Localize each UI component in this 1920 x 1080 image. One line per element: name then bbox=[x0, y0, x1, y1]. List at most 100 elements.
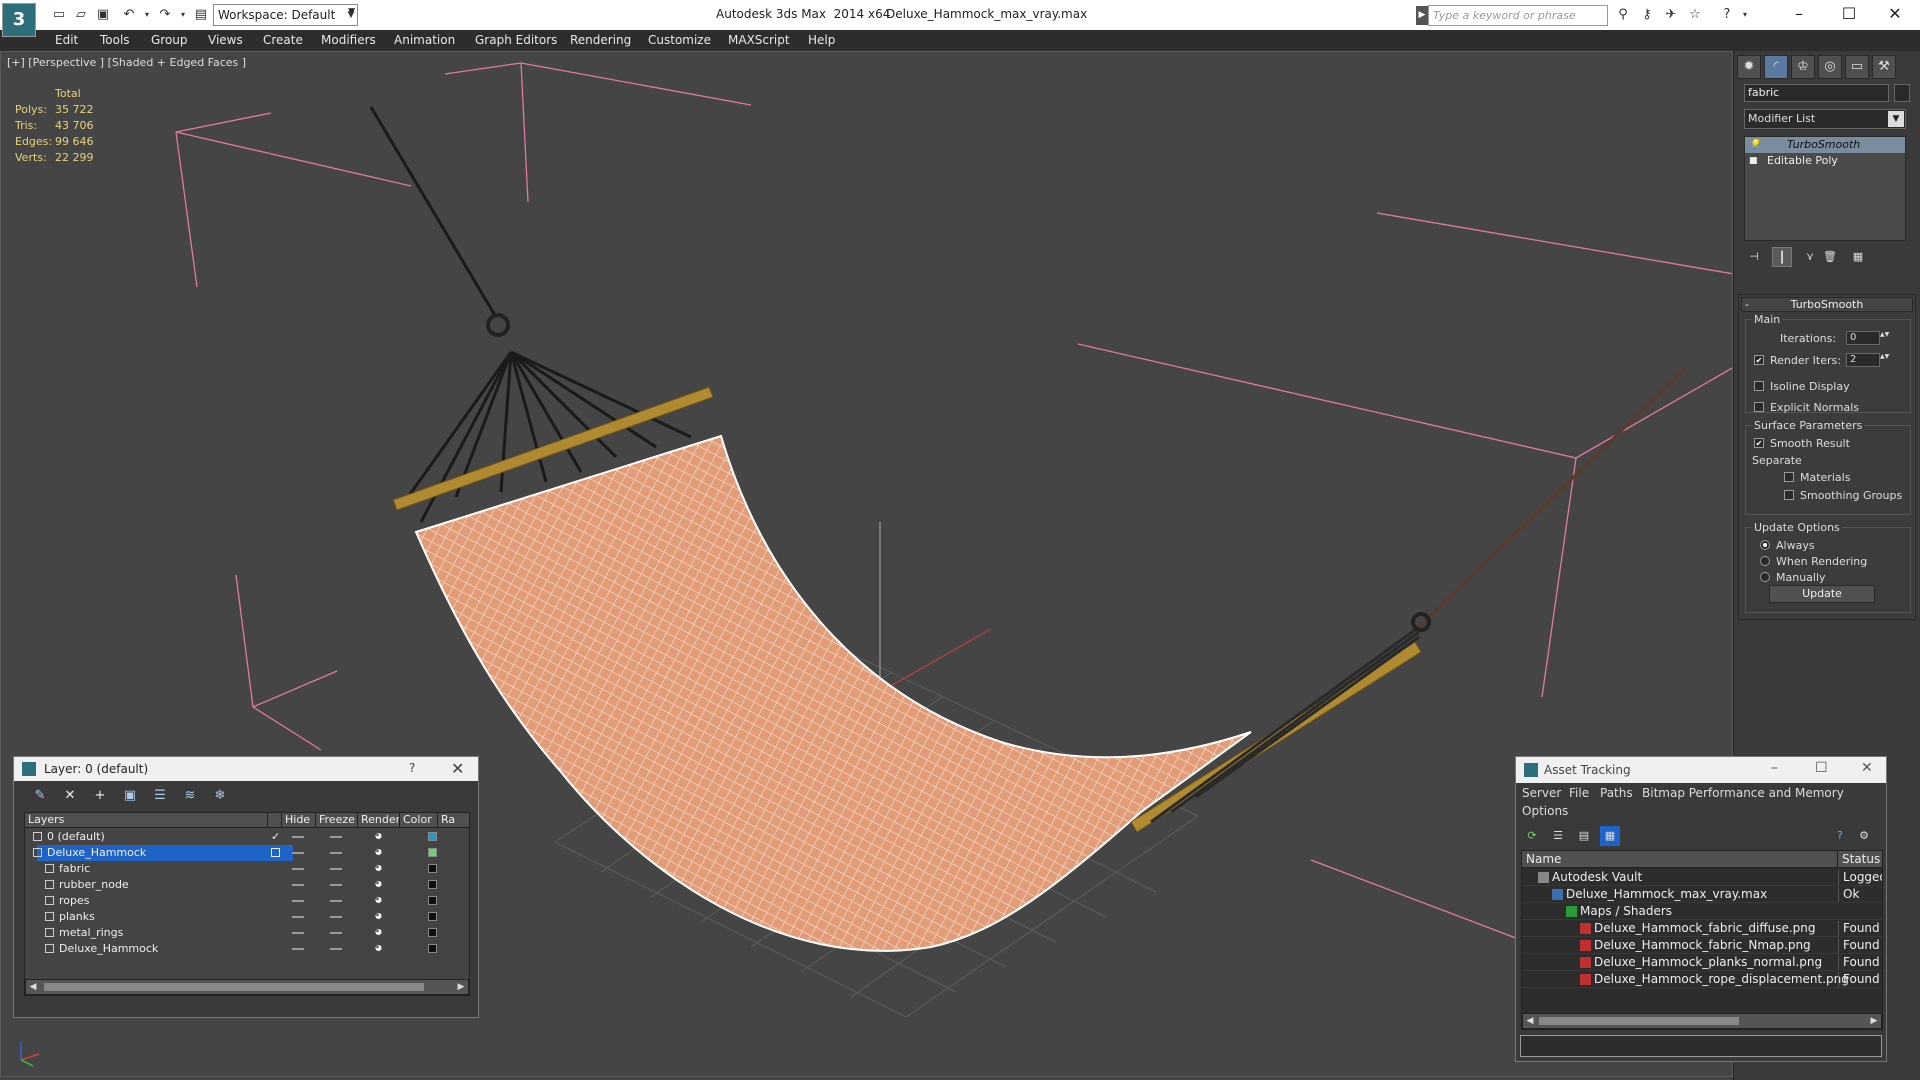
workspace-select[interactable]: Workspace: Default ▼ bbox=[213, 4, 358, 26]
freeze-toggle[interactable] bbox=[330, 932, 342, 934]
render-iters-checkbox[interactable]: ✔ bbox=[1754, 355, 1764, 365]
scroll-right-icon[interactable]: ▶ bbox=[1867, 1014, 1881, 1028]
layer-color-swatch[interactable] bbox=[428, 864, 437, 873]
scroll-right-icon[interactable]: ▶ bbox=[454, 980, 468, 994]
render-iters-spinner[interactable]: 2 bbox=[1846, 353, 1880, 367]
freeze-toggle[interactable] bbox=[330, 836, 342, 838]
stack-item-turbosmooth[interactable]: 💡 TurboSmooth bbox=[1745, 137, 1905, 153]
help-button[interactable]: ? bbox=[409, 761, 415, 775]
render-teapot-icon[interactable]: ◕ bbox=[375, 847, 385, 857]
hide-toggle[interactable] bbox=[292, 852, 304, 854]
utilities-tab-icon[interactable]: ⚒ bbox=[1872, 55, 1896, 79]
menu-views[interactable]: Views bbox=[208, 33, 243, 47]
new-file-icon[interactable]: ▭ bbox=[50, 6, 68, 24]
asset-row[interactable]: Deluxe_Hammock_rope_displacement.png Foun… bbox=[1522, 971, 1882, 988]
hide-toggle[interactable] bbox=[292, 884, 304, 886]
stack-item-editable-poly[interactable]: ■ Editable Poly bbox=[1745, 153, 1905, 169]
spinner-arrows-icon[interactable]: ▲▼ bbox=[1880, 331, 1889, 345]
freeze-toggle[interactable] bbox=[330, 900, 342, 902]
help-dropdown-icon[interactable]: ▾ bbox=[1736, 6, 1754, 24]
lightbulb-icon[interactable]: 💡 bbox=[1749, 140, 1760, 150]
rollout-header[interactable]: - TurboSmooth bbox=[1741, 297, 1913, 312]
asset-row[interactable]: Deluxe_Hammock_fabric_Nmap.png Found bbox=[1522, 937, 1882, 954]
column-header-status[interactable]: Status bbox=[1838, 851, 1882, 868]
close-button[interactable]: ✕ bbox=[1861, 760, 1873, 776]
pin-stack-icon[interactable]: ⊣ bbox=[1744, 247, 1764, 267]
hide-toggle[interactable] bbox=[292, 932, 304, 934]
search-input[interactable]: Type a keyword or phrase bbox=[1428, 5, 1608, 26]
freeze-all-icon[interactable]: ❄ bbox=[210, 787, 230, 805]
open-file-icon[interactable]: ▱ bbox=[72, 6, 90, 24]
customize-dropdown-icon[interactable]: ▼ bbox=[342, 6, 360, 24]
layer-row[interactable]: 0 (default) ✓ ◕ bbox=[25, 829, 469, 845]
active-layer-check-icon[interactable]: ✓ bbox=[271, 830, 280, 844]
refresh-icon[interactable]: ⟳ bbox=[1522, 826, 1542, 846]
layer-name[interactable]: metal_rings bbox=[59, 926, 123, 940]
render-teapot-icon[interactable]: ◕ bbox=[375, 943, 385, 953]
freeze-toggle[interactable] bbox=[330, 868, 342, 870]
column-header-freeze[interactable]: Freeze bbox=[316, 813, 358, 828]
asset-dialog-titlebar[interactable]: Asset Tracking – ☐ ✕ bbox=[1516, 757, 1886, 783]
smoothing-groups-checkbox[interactable] bbox=[1784, 490, 1794, 500]
freeze-toggle[interactable] bbox=[330, 916, 342, 918]
delete-layer-icon[interactable]: ✕ bbox=[60, 787, 80, 805]
set-current-layer-box-icon[interactable] bbox=[271, 848, 280, 857]
when-rendering-radio[interactable] bbox=[1760, 556, 1770, 566]
layer-color-swatch[interactable] bbox=[428, 848, 437, 857]
asset-path-field[interactable] bbox=[1520, 1035, 1882, 1057]
scroll-left-icon[interactable]: ◀ bbox=[1523, 1014, 1537, 1028]
hide-toggle[interactable] bbox=[292, 868, 304, 870]
display-tab-icon[interactable]: ▭ bbox=[1845, 55, 1869, 79]
asset-row[interactable]: Deluxe_Hammock_fabric_diffuse.png Found bbox=[1522, 920, 1882, 937]
make-unique-icon[interactable]: ⋎ bbox=[1800, 247, 1820, 267]
favorites-star-icon[interactable]: ☆ bbox=[1686, 6, 1704, 24]
undo-icon[interactable]: ↶ bbox=[120, 6, 138, 24]
hide-all-icon[interactable]: ≋ bbox=[180, 787, 200, 805]
scroll-thumb[interactable] bbox=[44, 983, 424, 991]
render-teapot-icon[interactable]: ◕ bbox=[375, 831, 385, 841]
layer-row[interactable]: ropes ◕ bbox=[25, 893, 469, 909]
column-header-name[interactable]: Name bbox=[1522, 851, 1838, 868]
add-to-layer-icon[interactable]: + bbox=[90, 787, 110, 805]
redo-dropdown-icon[interactable]: ▾ bbox=[174, 6, 192, 24]
app-logo[interactable]: 3 bbox=[2, 3, 36, 37]
layer-name[interactable]: Deluxe_Hammock bbox=[47, 846, 146, 860]
explicit-normals-checkbox[interactable] bbox=[1754, 402, 1764, 412]
layer-horizontal-scrollbar[interactable]: ◀ ▶ bbox=[25, 979, 469, 995]
communication-icon[interactable]: ✈ bbox=[1662, 6, 1680, 24]
smooth-result-checkbox[interactable]: ✔ bbox=[1754, 438, 1764, 448]
hierarchy-tab-icon[interactable]: ♔ bbox=[1791, 55, 1815, 79]
help-icon[interactable]: ? bbox=[1718, 6, 1736, 24]
layer-color-swatch[interactable] bbox=[428, 896, 437, 905]
layer-row[interactable]: Deluxe_Hammock ◕ bbox=[25, 845, 469, 861]
create-layer-icon[interactable]: ✎ bbox=[30, 787, 50, 805]
remove-modifier-icon[interactable]: 🗑 bbox=[1820, 247, 1840, 267]
minimize-button[interactable]: – bbox=[1771, 760, 1778, 776]
render-teapot-icon[interactable]: ◕ bbox=[375, 863, 385, 873]
render-teapot-icon[interactable]: ◕ bbox=[375, 895, 385, 905]
subscription-icon[interactable]: ⚷ bbox=[1638, 6, 1656, 24]
asset-menu-server[interactable]: Server bbox=[1522, 786, 1561, 800]
column-header-color[interactable]: Color bbox=[400, 813, 438, 828]
modifier-list-dropdown[interactable]: Modifier List ▼ bbox=[1744, 109, 1906, 129]
scroll-left-icon[interactable]: ◀ bbox=[26, 980, 40, 994]
asset-menu-bitmap-performance[interactable]: Bitmap Performance and Memory bbox=[1642, 786, 1844, 800]
asset-menu-paths[interactable]: Paths bbox=[1600, 786, 1633, 800]
configure-sets-icon[interactable]: ▦ bbox=[1848, 247, 1868, 267]
layer-row[interactable]: rubber_node ◕ bbox=[25, 877, 469, 893]
help-icon[interactable]: ? bbox=[1830, 826, 1850, 846]
asset-row[interactable]: Deluxe_Hammock_planks_normal.png Found bbox=[1522, 954, 1882, 971]
layer-name[interactable]: ropes bbox=[59, 894, 90, 908]
project-folder-icon[interactable]: ▤ bbox=[192, 6, 210, 24]
iterations-spinner[interactable]: 0 bbox=[1846, 331, 1880, 345]
manually-radio[interactable] bbox=[1760, 572, 1770, 582]
asset-row[interactable]: Autodesk Vault Logged bbox=[1522, 869, 1882, 886]
asset-menu-options[interactable]: Options bbox=[1522, 804, 1568, 818]
highlight-layer-icon[interactable]: ☰ bbox=[150, 787, 170, 805]
layer-color-swatch[interactable] bbox=[428, 880, 437, 889]
materials-checkbox[interactable] bbox=[1784, 472, 1794, 482]
render-teapot-icon[interactable]: ◕ bbox=[375, 927, 385, 937]
menu-animation[interactable]: Animation bbox=[394, 33, 455, 47]
viewport-label[interactable]: [+] [Perspective ] [Shaded + Edged Faces… bbox=[7, 56, 246, 69]
select-objects-icon[interactable]: ▣ bbox=[120, 787, 140, 805]
